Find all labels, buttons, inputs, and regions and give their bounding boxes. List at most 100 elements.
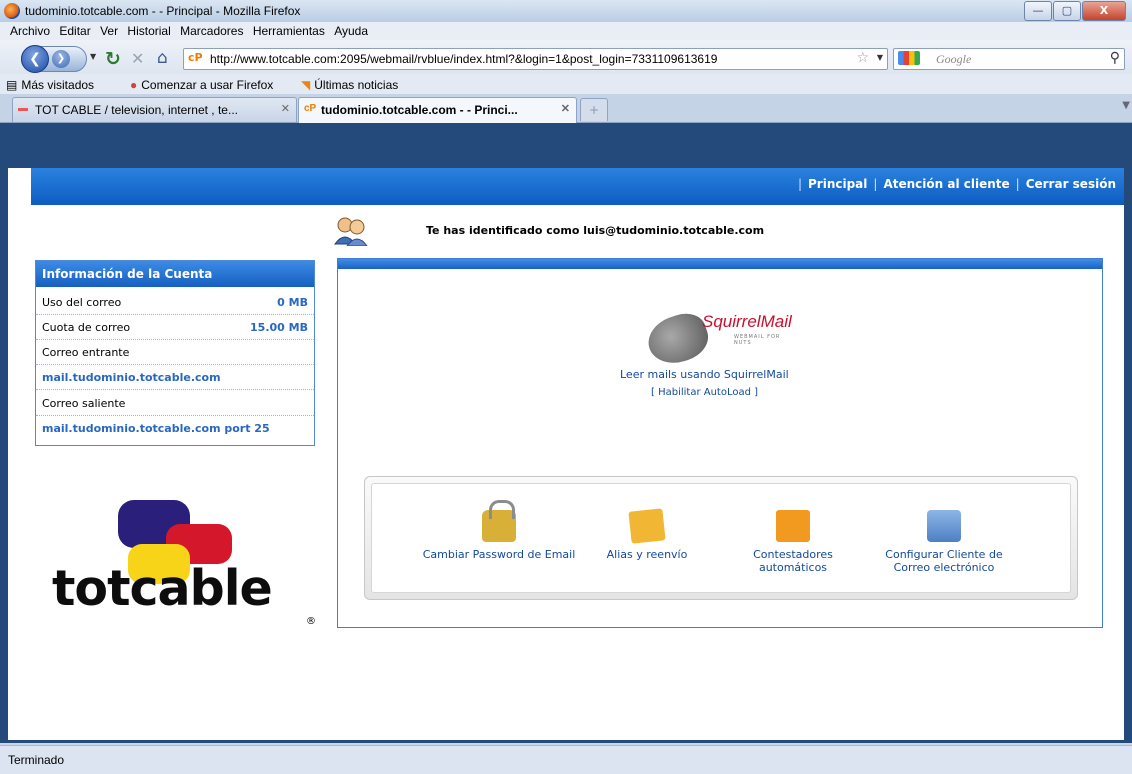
nav-separator: | [1015,177,1020,191]
nav-separator: | [797,177,802,191]
nav-separator: | [873,177,878,191]
nav-principal[interactable]: Principal [808,177,867,191]
tools-panel: Cambiar Password de Email Alias y reenví… [364,476,1078,600]
totcable-logo: totcable ® [52,500,316,635]
close-tab-icon[interactable]: ✕ [561,102,570,115]
stop-icon[interactable]: ✕ [131,49,144,68]
usage-label: Uso del correo [42,296,122,309]
menu-ver[interactable]: Ver [97,22,121,38]
tab-tudominio[interactable]: cP tudominio.totcable.com - - Princi... … [298,97,577,123]
menu-ayuda[interactable]: Ayuda [331,22,371,38]
read-with-squirrelmail-link[interactable]: Leer mails usando SquirrelMail [620,368,789,381]
tab-bar: ▬ TOT CABLE / television, internet , te.… [0,94,1132,123]
navigation-toolbar: ❮ ❯ ▼ ↻ ✕ ⌂ cP http://www.totcable.com:2… [0,40,1132,74]
tab-favicon: cP [304,103,317,114]
bookmark-icon: ▤ [6,78,18,92]
webmail-header: | Principal | Atención al cliente | Cerr… [31,168,1124,205]
forward-mail-icon [628,508,666,544]
forward-button[interactable]: ❯ [52,50,70,68]
window-controls: — ▢ X [1023,1,1126,21]
tools-inner: Cambiar Password de Email Alias y reenví… [371,483,1071,593]
minimize-button[interactable]: — [1024,1,1052,21]
account-info-title: Información de la Cuenta [36,261,314,287]
logo-wordmark: totcable [52,560,273,617]
menu-archivo[interactable]: Archivo [7,22,53,38]
search-icon[interactable]: ⚲ [1110,50,1120,66]
back-forward-group: ❮ ❯ [21,45,87,73]
squirrelmail-logo[interactable]: SquirrelMail WEBMAIL FOR NUTS [642,306,798,371]
tool-label: Configurar Cliente de Correo electrónico [885,548,1003,574]
tab-totcable[interactable]: ▬ TOT CABLE / television, internet , te.… [12,97,297,122]
account-row-outgoing-label: Correo saliente [36,391,314,416]
bookmark-label: Más visitados [21,78,95,92]
incoming-server: mail.tudominio.totcable.com [42,371,221,384]
url-dropdown-icon[interactable]: ▼ [877,53,883,62]
account-info-panel: Información de la Cuenta Uso del correo … [35,260,315,446]
nav-cerrar-sesion[interactable]: Cerrar sesión [1026,177,1116,191]
autoresponder-icon [776,510,810,542]
status-bar: Terminado [0,745,1132,774]
close-tab-icon[interactable]: ✕ [281,102,290,115]
bookmarks-bar: ▤ Más visitados ● Comenzar a usar Firefox … [0,74,1132,94]
menu-herramientas[interactable]: Herramientas [250,22,328,38]
tab-favicon: ▬ [18,103,28,114]
lock-icon [482,500,516,542]
account-row-outgoing-server: mail.tudominio.totcable.com port 25 [36,416,314,440]
menu-editar[interactable]: Editar [56,22,93,38]
account-row-usage: Uso del correo 0 MB [36,290,314,315]
panel-top-bar [338,259,1102,269]
search-box[interactable]: Google ⚲ [893,48,1125,70]
site-favicon: cP [188,51,203,64]
account-row-incoming-server: mail.tudominio.totcable.com [36,365,314,390]
bookmark-star-icon[interactable]: ☆ [856,50,869,66]
browser-window: tudominio.totcable.com - - Principal - M… [0,0,1132,774]
tool-label: Alias y reenvío [606,548,688,561]
google-engine-icon[interactable] [898,51,920,65]
tool-label: Contestadores automáticos [753,548,833,574]
quota-value: 15.00 MB [250,321,308,334]
incoming-label: Correo entrante [42,346,130,359]
usage-value: 0 MB [277,296,308,309]
history-dropdown-icon[interactable]: ▼ [90,52,96,61]
url-text[interactable]: http://www.totcable.com:2095/webmail/rvb… [210,52,717,66]
new-tab-button[interactable]: + [580,98,608,121]
users-icon [334,217,368,246]
configure-client-icon [927,510,961,542]
nav-atencion-cliente[interactable]: Atención al cliente [883,177,1009,191]
window-title: tudominio.totcable.com - - Principal - M… [25,4,301,18]
bookmark-mas-visitados[interactable]: ▤ Más visitados [6,78,94,92]
firefox-bookmark-icon: ● [130,78,138,92]
tab-list-icon[interactable]: ▼ [1122,100,1130,111]
configure-client-tool[interactable]: Configurar Cliente de Correo electrónico [869,510,1019,574]
bookmark-label: Últimas noticias [314,78,399,92]
tool-label: Cambiar Password de Email [422,548,576,561]
logo-registered: ® [306,616,316,627]
search-placeholder[interactable]: Google [936,52,971,67]
bookmark-comenzar[interactable]: ● Comenzar a usar Firefox [130,78,273,92]
tab-label: TOT CABLE / television, internet , te... [35,103,238,117]
squirrelmail-brand: SquirrelMail [702,312,792,331]
enable-autoload-link[interactable]: [ Habilitar AutoLoad ] [651,387,758,398]
menu-historial[interactable]: Historial [124,22,173,38]
maximize-button[interactable]: ▢ [1053,1,1081,21]
menu-marcadores[interactable]: Marcadores [177,22,246,38]
bookmark-label: Comenzar a usar Firefox [141,78,274,92]
autoresponder-tool[interactable]: Contestadores automáticos [728,510,858,574]
back-button[interactable]: ❮ [21,45,49,73]
change-password-tool[interactable]: Cambiar Password de Email [414,500,584,561]
outgoing-label: Correo saliente [42,397,126,410]
close-button[interactable]: X [1082,1,1126,21]
menu-bar: Archivo Editar Ver Historial Marcadores … [0,22,1132,40]
rss-icon: ◥ [301,78,311,92]
title-bar: tudominio.totcable.com - - Principal - M… [0,0,1132,22]
home-icon[interactable]: ⌂ [157,48,168,68]
bookmark-ultimas-noticias[interactable]: ◥ Últimas noticias [301,78,398,92]
address-bar[interactable]: cP http://www.totcable.com:2095/webmail/… [183,48,888,70]
tab-label: tudominio.totcable.com - - Princi... [321,103,518,117]
reload-icon[interactable]: ↻ [105,48,121,70]
alias-forward-tool[interactable]: Alias y reenvío [582,508,712,561]
quota-label: Cuota de correo [42,321,131,334]
account-row-incoming-label: Correo entrante [36,340,314,365]
squirrelmail-tagline: WEBMAIL FOR NUTS [734,334,781,346]
status-text: Terminado [8,753,65,767]
